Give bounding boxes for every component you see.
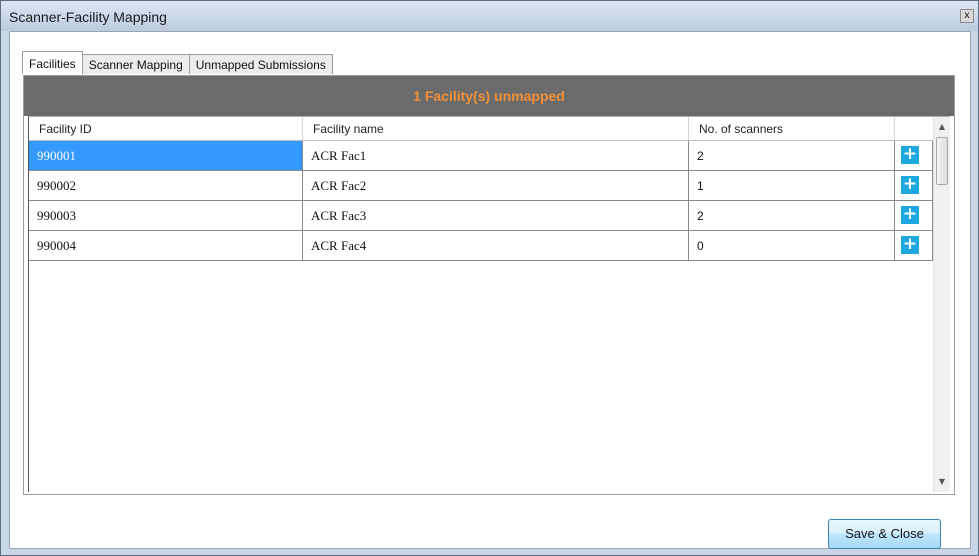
scroll-up-arrow-icon[interactable]: ▲ bbox=[934, 119, 950, 135]
unmapped-banner: 1 Facility(s) unmapped bbox=[24, 76, 954, 116]
scanner-count-cell[interactable]: 1 bbox=[689, 171, 895, 201]
scroll-down-arrow-icon[interactable]: ▼ bbox=[934, 474, 950, 490]
facilities-panel: 1 Facility(s) unmapped Facility ID Facil… bbox=[23, 75, 955, 495]
table-row[interactable]: 990003 ACR Fac3 2 + bbox=[29, 201, 933, 231]
add-scanner-button[interactable]: + bbox=[901, 206, 919, 224]
column-header-action bbox=[895, 117, 933, 140]
vertical-scrollbar[interactable]: ▲ ▼ bbox=[933, 117, 950, 492]
scanner-count-cell[interactable]: 0 bbox=[689, 231, 895, 261]
scanner-count-cell[interactable]: 2 bbox=[689, 141, 895, 171]
plus-icon: + bbox=[902, 144, 918, 164]
tab-unmapped-submissions[interactable]: Unmapped Submissions bbox=[188, 54, 333, 74]
facility-name-cell[interactable]: ACR Fac1 bbox=[303, 141, 689, 171]
save-close-button[interactable]: Save & Close bbox=[828, 519, 941, 549]
add-scanner-button[interactable]: + bbox=[901, 236, 919, 254]
dialog-client-area: Facilities Scanner Mapping Unmapped Subm… bbox=[9, 31, 971, 549]
window-title: Scanner-Facility Mapping bbox=[9, 9, 167, 25]
row-action-cell: + bbox=[895, 201, 933, 231]
add-scanner-button[interactable]: + bbox=[901, 176, 919, 194]
tab-facilities[interactable]: Facilities bbox=[22, 51, 83, 74]
tab-scanner-mapping[interactable]: Scanner Mapping bbox=[81, 54, 190, 74]
row-action-cell: + bbox=[895, 231, 933, 261]
grid-header: Facility ID Facility name No. of scanner… bbox=[29, 117, 933, 141]
facility-name-cell[interactable]: ACR Fac4 bbox=[303, 231, 689, 261]
close-button[interactable]: x bbox=[960, 9, 974, 23]
add-scanner-button[interactable]: + bbox=[901, 146, 919, 164]
table-row[interactable]: 990001 ACR Fac1 2 + bbox=[29, 141, 933, 171]
plus-icon: + bbox=[902, 204, 918, 224]
column-header-scanner-count[interactable]: No. of scanners bbox=[689, 117, 895, 140]
facility-id-cell[interactable]: 990003 bbox=[29, 201, 303, 231]
facility-id-cell[interactable]: 990004 bbox=[29, 231, 303, 261]
facility-id-cell[interactable]: 990002 bbox=[29, 171, 303, 201]
scrollbar-thumb[interactable] bbox=[936, 137, 948, 185]
facilities-grid: Facility ID Facility name No. of scanner… bbox=[28, 116, 950, 492]
table-row[interactable]: 990002 ACR Fac2 1 + bbox=[29, 171, 933, 201]
tab-strip: Facilities Scanner Mapping Unmapped Subm… bbox=[22, 51, 333, 74]
facility-name-cell[interactable]: ACR Fac3 bbox=[303, 201, 689, 231]
facility-name-cell[interactable]: ACR Fac2 bbox=[303, 171, 689, 201]
column-header-facility-id[interactable]: Facility ID bbox=[29, 117, 303, 140]
plus-icon: + bbox=[902, 174, 918, 194]
scanner-count-cell[interactable]: 2 bbox=[689, 201, 895, 231]
grid-rows: 990001 ACR Fac1 2 + 990002 ACR Fac2 1 + … bbox=[29, 141, 933, 261]
dialog-window: Scanner-Facility Mapping x Facilities Sc… bbox=[0, 0, 979, 556]
plus-icon: + bbox=[902, 234, 918, 254]
row-action-cell: + bbox=[895, 171, 933, 201]
facility-id-cell[interactable]: 990001 bbox=[29, 141, 303, 171]
row-action-cell: + bbox=[895, 141, 933, 171]
table-row[interactable]: 990004 ACR Fac4 0 + bbox=[29, 231, 933, 261]
column-header-facility-name[interactable]: Facility name bbox=[303, 117, 689, 140]
title-bar[interactable]: Scanner-Facility Mapping x bbox=[1, 1, 978, 31]
